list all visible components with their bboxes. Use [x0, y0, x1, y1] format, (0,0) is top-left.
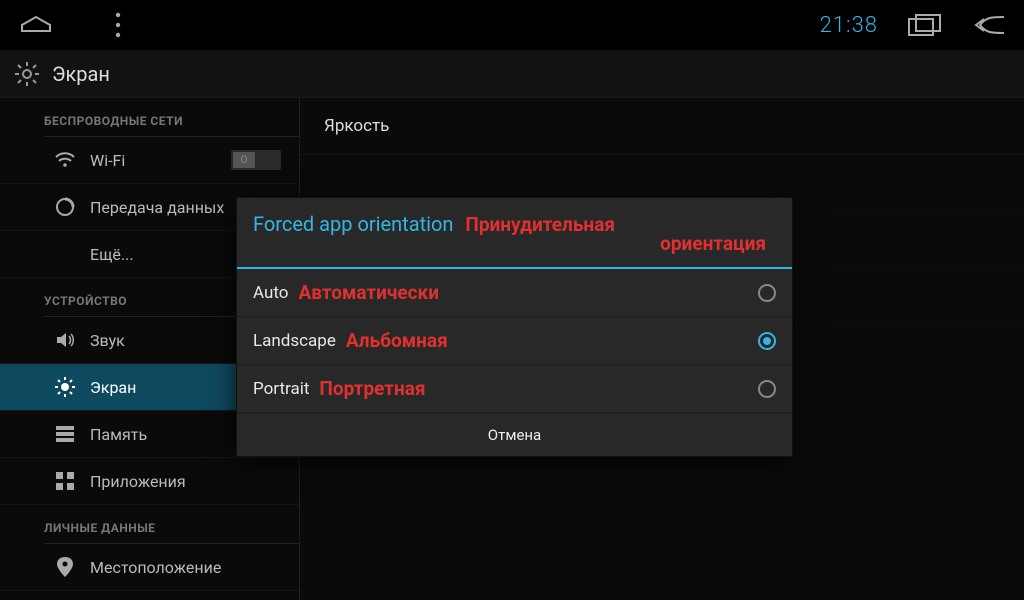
radio-icon: [758, 380, 776, 398]
status-clock: 21:38: [820, 13, 878, 38]
sound-icon: [54, 329, 76, 351]
location-icon: [54, 556, 76, 578]
dialog-button-bar: Отмена: [237, 413, 792, 456]
sidebar-item-label: Передача данных: [90, 198, 224, 217]
overflow-icon[interactable]: [114, 11, 122, 39]
radio-icon-checked: [758, 332, 776, 350]
sidebar-item-label: Местоположение: [90, 558, 221, 577]
sidebar-item-wifi[interactable]: Wi-Fi O: [0, 137, 299, 184]
annotation-text: Принудительная: [465, 213, 615, 236]
option-label: Portrait: [253, 379, 309, 399]
sidebar-item-label: Приложения: [90, 472, 186, 491]
sidebar-item-location[interactable]: Местоположение: [0, 544, 299, 591]
section-header-personal: ЛИЧНЫЕ ДАННЫЕ: [0, 505, 299, 543]
brightness-icon: [54, 376, 76, 398]
sidebar-item-label: Память: [90, 425, 147, 444]
sidebar-item-apps[interactable]: Приложения: [0, 458, 299, 505]
option-label: Auto: [253, 283, 288, 303]
setting-row-label: Яркость: [324, 116, 389, 136]
annotation-text: Альбомная: [346, 329, 448, 352]
wifi-icon: [54, 149, 76, 171]
option-portrait[interactable]: Portrait Портретная: [237, 365, 792, 413]
annotation-text: Портретная: [319, 377, 425, 400]
annotation-text: Автоматически: [298, 281, 439, 304]
cancel-button-label: Отмена: [488, 426, 541, 444]
radio-icon: [758, 284, 776, 302]
cancel-button[interactable]: Отмена: [237, 414, 792, 456]
setting-row-brightness[interactable]: Яркость: [300, 98, 1024, 155]
blank-icon: [54, 243, 76, 265]
sidebar-item-label: Звук: [90, 331, 125, 350]
storage-icon: [54, 423, 76, 445]
app-bar-title: Экран: [52, 62, 110, 86]
home-icon[interactable]: [18, 13, 54, 37]
sidebar-item-label: Wi-Fi: [90, 151, 125, 170]
wifi-toggle[interactable]: O: [231, 150, 281, 170]
sidebar-item-label: Экран: [90, 378, 136, 397]
settings-gear-icon: [14, 61, 40, 87]
option-auto[interactable]: Auto Автоматически: [237, 269, 792, 317]
wifi-toggle-knob: O: [233, 152, 255, 168]
option-landscape[interactable]: Landscape Альбомная: [237, 317, 792, 365]
apps-icon: [54, 470, 76, 492]
status-bar: 21:38: [0, 0, 1024, 50]
dialog-title-row: Forced app orientation Принудительная ор…: [237, 198, 792, 267]
option-label: Landscape: [253, 331, 336, 351]
data-usage-icon: [54, 196, 76, 218]
section-header-wireless: БЕСПРОВОДНЫЕ СЕТИ: [0, 98, 299, 136]
back-icon[interactable]: [972, 13, 1006, 37]
recents-icon[interactable]: [908, 14, 942, 36]
orientation-dialog: Forced app orientation Принудительная ор…: [237, 198, 792, 456]
sidebar-item-label: Ещё...: [90, 245, 134, 264]
dialog-title: Forced app orientation: [253, 212, 453, 236]
app-bar: Экран: [0, 50, 1024, 98]
